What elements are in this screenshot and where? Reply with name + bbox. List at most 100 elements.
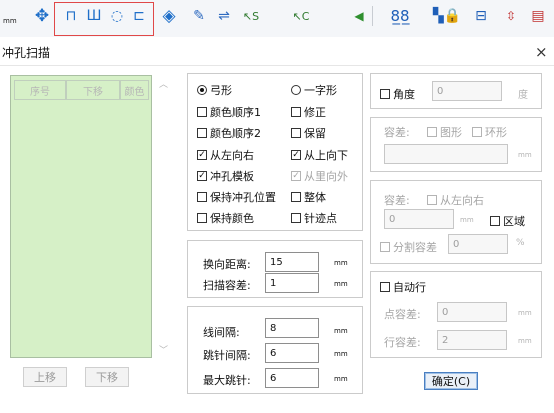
close-icon[interactable]: × — [535, 43, 548, 61]
angle-unit: 度 — [518, 90, 528, 101]
line-tolerance-input[interactable]: 2 — [437, 330, 507, 350]
chain-icon[interactable]: 8̲8̲ — [380, 5, 420, 27]
feather-icon[interactable]: ✎ — [188, 5, 210, 27]
ok-button[interactable]: 确定(C) — [424, 372, 478, 390]
toolbar-separator — [372, 6, 373, 26]
checkbox-keep-punch-position[interactable]: 保持冲孔位置 — [197, 189, 276, 205]
checkbox-auto-line-label: 自动行 — [393, 281, 426, 294]
select-c-icon[interactable]: ↖C — [290, 5, 312, 27]
split-tolerance-input[interactable]: 0 — [448, 234, 508, 254]
list-header-index: 序号 — [14, 80, 66, 100]
triangle-left-icon[interactable]: ◀ — [352, 5, 366, 27]
checkbox-top-to-bottom-box[interactable]: ✓ — [291, 150, 301, 160]
checkbox-stitch-point-box[interactable] — [291, 213, 301, 223]
letter-icon[interactable]: ⇳ — [500, 5, 522, 27]
list-header-down: 下移 — [66, 80, 120, 100]
checkbox-left-to-right-label: 从左向右 — [210, 149, 254, 162]
checkbox-auto-line[interactable]: 自动行 — [380, 279, 426, 295]
max-jump-unit: mm — [334, 375, 348, 383]
checkbox-auto-line-box[interactable] — [380, 282, 390, 292]
move-arrows-icon[interactable]: ✥ — [31, 5, 53, 27]
checkbox-angle-box[interactable] — [380, 89, 390, 99]
checkbox-correct-label: 修正 — [304, 106, 326, 119]
checkbox-ring-box[interactable] — [472, 127, 482, 137]
turn-distance-unit: mm — [334, 259, 348, 267]
radio-line-indicator[interactable] — [291, 85, 301, 95]
checkbox-keep-box[interactable] — [291, 128, 301, 138]
radio-line[interactable]: 一字形 — [291, 82, 337, 98]
point-tolerance-input[interactable]: 0 — [437, 302, 507, 322]
checkbox-keep-color-box[interactable] — [197, 213, 207, 223]
line-tolerance-label: 行容差: — [384, 336, 421, 349]
checkbox-left-to-right-box[interactable]: ✓ — [197, 150, 207, 160]
punch-row-icon[interactable]: Ш — [83, 5, 105, 27]
insert-icon[interactable]: ⊟ — [470, 5, 492, 27]
scroll-up-icon[interactable]: ︿ — [159, 77, 168, 90]
lock-icon[interactable]: ▚🔒 — [432, 5, 462, 27]
checkbox-color-order-2-box[interactable] — [197, 128, 207, 138]
line-spacing-input[interactable]: 8 — [265, 318, 319, 338]
checkbox-graph[interactable]: 图形 — [427, 124, 462, 140]
scroll-down-icon[interactable]: ﹀ — [159, 343, 168, 356]
tolerance-direction-label: 容差: — [384, 194, 410, 207]
jump-spacing-label: 跳针间隔: — [203, 349, 251, 362]
checkbox-region[interactable]: 区域 — [490, 213, 525, 229]
tolerance-shape-label: 容差: — [384, 126, 410, 139]
swap-icon[interactable]: ⇌ — [213, 5, 235, 27]
checkbox-keep-label: 保留 — [304, 127, 326, 140]
checkbox-keep-color[interactable]: 保持颜色 — [197, 210, 254, 226]
checkbox-split-tolerance[interactable]: 分割容差 — [380, 239, 437, 255]
max-jump-input[interactable]: 6 — [265, 368, 319, 388]
punch-list[interactable]: 序号 下移 颜色 — [10, 75, 152, 358]
turn-distance-input[interactable]: 15 — [265, 252, 319, 272]
checkbox-correct-box[interactable] — [291, 107, 301, 117]
jump-spacing-input[interactable]: 6 — [265, 343, 319, 363]
checkbox-tolerance-left-to-right-label: 从左向右 — [440, 194, 484, 207]
checkbox-left-to-right[interactable]: ✓ 从左向右 — [197, 147, 254, 163]
checkbox-whole-box[interactable] — [291, 192, 301, 202]
checkbox-punch-template[interactable]: ✓ 冲孔模板 — [197, 168, 254, 184]
checkbox-tolerance-left-to-right-box[interactable] — [427, 195, 437, 205]
checkbox-color-order-1[interactable]: 颜色顺序1 — [197, 104, 261, 120]
expand-icon[interactable]: ◈ — [158, 5, 180, 27]
punch-round-icon[interactable]: ◌ — [106, 5, 128, 27]
turn-distance-label: 换向距离: — [203, 258, 251, 271]
radio-bow-indicator[interactable] — [197, 85, 207, 95]
checkbox-stitch-point[interactable]: 针迹点 — [291, 210, 337, 226]
radio-line-label: 一字形 — [304, 84, 337, 97]
tolerance-direction-input[interactable]: 0 — [384, 209, 454, 229]
checkbox-inside-out-box[interactable]: ✓ — [291, 171, 301, 181]
checkbox-color-order-1-label: 颜色顺序1 — [210, 106, 261, 119]
scan-tolerance-input[interactable]: 1 — [265, 273, 319, 293]
checkbox-color-order-1-box[interactable] — [197, 107, 207, 117]
tolerance-direction-unit: mm — [460, 216, 474, 224]
checkbox-top-to-bottom-label: 从上向下 — [304, 149, 348, 162]
checkbox-angle[interactable]: 角度 — [380, 86, 415, 102]
select-s-icon[interactable]: ↖S — [240, 5, 262, 27]
checkbox-ring[interactable]: 环形 — [472, 124, 507, 140]
move-down-button[interactable]: 下移 — [85, 367, 129, 387]
checkbox-whole[interactable]: 整体 — [291, 189, 326, 205]
punch-rect-icon[interactable]: ⊏ — [128, 5, 150, 27]
tolerance-shape-input[interactable] — [384, 144, 508, 164]
checkbox-split-tolerance-box[interactable] — [380, 242, 390, 252]
checkbox-keep-punch-position-box[interactable] — [197, 192, 207, 202]
checkbox-correct[interactable]: 修正 — [291, 104, 326, 120]
max-jump-label: 最大跳针: — [203, 374, 251, 387]
checkbox-region-box[interactable] — [490, 216, 500, 226]
punch-step-icon[interactable]: ⊓ — [60, 5, 82, 27]
checkbox-angle-label: 角度 — [393, 88, 415, 101]
list-scrollbar[interactable]: ︿ ﹀ — [155, 75, 175, 358]
checkbox-inside-out[interactable]: ✓ 从里向外 — [291, 168, 348, 184]
checkbox-whole-label: 整体 — [304, 191, 326, 204]
checkbox-top-to-bottom[interactable]: ✓ 从上向下 — [291, 147, 348, 163]
palette-icon[interactable]: ▤ — [527, 5, 549, 27]
checkbox-punch-template-box[interactable]: ✓ — [197, 171, 207, 181]
move-up-button[interactable]: 上移 — [23, 367, 67, 387]
checkbox-graph-box[interactable] — [427, 127, 437, 137]
angle-input[interactable]: 0 — [432, 81, 502, 101]
checkbox-tolerance-left-to-right[interactable]: 从左向右 — [427, 192, 484, 208]
radio-bow[interactable]: 弓形 — [197, 82, 232, 98]
checkbox-keep[interactable]: 保留 — [291, 125, 326, 141]
checkbox-color-order-2[interactable]: 颜色顺序2 — [197, 125, 261, 141]
